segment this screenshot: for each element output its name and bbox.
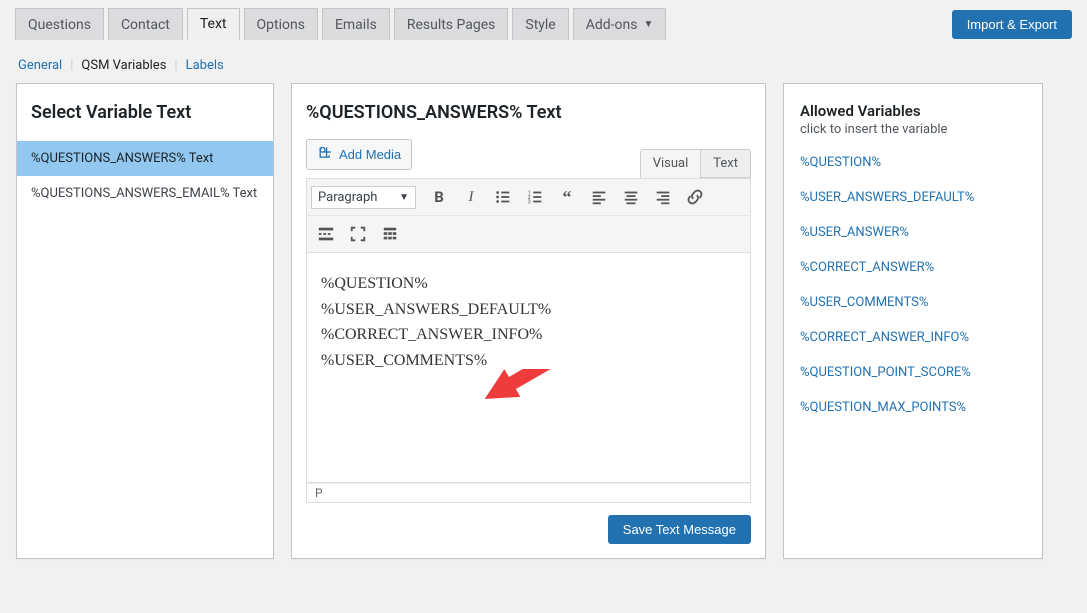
main-tabs: Questions Contact Text Options Emails Re… — [15, 8, 666, 40]
editor-panel: %QUESTIONS_ANSWERS% Text Add Media Visua… — [291, 83, 766, 559]
editor-tab-visual[interactable]: Visual — [640, 149, 701, 178]
allowed-var-link[interactable]: %QUESTION_MAX_POINTS% — [800, 400, 1026, 415]
tab-text[interactable]: Text — [187, 8, 240, 40]
editor-toolbar: Paragraph ▼ B I 123 “ — [306, 178, 751, 253]
media-icon — [317, 145, 333, 164]
allowed-var-link[interactable]: %USER_ANSWER% — [800, 225, 1026, 240]
align-left-button[interactable] — [584, 183, 614, 211]
select-variable-heading: Select Variable Text — [17, 102, 273, 141]
editor-content[interactable]: %QUESTION% %USER_ANSWERS_DEFAULT% %CORRE… — [306, 253, 751, 483]
editor-tab-text[interactable]: Text — [700, 149, 751, 178]
bullet-list-button[interactable] — [488, 183, 518, 211]
fullscreen-button[interactable] — [343, 220, 373, 248]
align-right-button[interactable] — [648, 183, 678, 211]
allowed-var-link[interactable]: %CORRECT_ANSWER% — [800, 260, 1026, 275]
separator: | — [70, 58, 73, 73]
allowed-var-link[interactable]: %USER_ANSWERS_DEFAULT% — [800, 190, 1026, 205]
editor-status-path: P — [306, 483, 751, 503]
sub-nav: General | QSM Variables | Labels — [0, 40, 1087, 83]
tab-questions[interactable]: Questions — [15, 8, 104, 40]
italic-button[interactable]: I — [456, 183, 486, 211]
readmore-button[interactable] — [311, 220, 341, 248]
editor-line: %USER_ANSWERS_DEFAULT% — [321, 297, 736, 323]
numbered-list-button[interactable]: 123 — [520, 183, 550, 211]
allowed-var-link[interactable]: %QUESTION% — [800, 155, 1026, 170]
tab-style[interactable]: Style — [512, 8, 568, 40]
variable-item-questions-answers-email[interactable]: %QUESTIONS_ANSWERS_EMAIL% Text — [17, 176, 273, 211]
variable-item-questions-answers[interactable]: %QUESTIONS_ANSWERS% Text — [17, 141, 273, 176]
chevron-down-icon: ▼ — [399, 192, 409, 203]
allowed-var-link[interactable]: %CORRECT_ANSWER_INFO% — [800, 330, 1026, 345]
allowed-variables-panel: Allowed Variables click to insert the va… — [783, 83, 1043, 559]
save-text-message-button[interactable]: Save Text Message — [608, 515, 751, 544]
subnav-qsm-variables[interactable]: QSM Variables — [81, 58, 166, 73]
format-select[interactable]: Paragraph ▼ — [311, 186, 416, 209]
tab-addons[interactable]: Add-ons ▼ — [573, 8, 667, 40]
subnav-labels[interactable]: Labels — [186, 58, 224, 73]
bold-button[interactable]: B — [424, 183, 454, 211]
editor-heading: %QUESTIONS_ANSWERS% Text — [306, 102, 751, 139]
link-button[interactable] — [680, 183, 710, 211]
tab-emails[interactable]: Emails — [322, 8, 390, 40]
add-media-label: Add Media — [339, 147, 401, 162]
tab-addons-label: Add-ons — [586, 17, 638, 33]
import-export-button[interactable]: Import & Export — [952, 10, 1072, 39]
align-center-button[interactable] — [616, 183, 646, 211]
editor-line: %USER_COMMENTS% — [321, 348, 736, 374]
tab-options[interactable]: Options — [244, 8, 318, 40]
svg-text:3: 3 — [528, 199, 531, 205]
allowed-variables-heading: Allowed Variables — [800, 102, 1026, 120]
select-variable-panel: Select Variable Text %QUESTIONS_ANSWERS%… — [16, 83, 274, 559]
toolbar-toggle-button[interactable] — [375, 220, 405, 248]
subnav-general[interactable]: General — [18, 58, 62, 73]
editor-line: %QUESTION% — [321, 271, 736, 297]
allowed-variables-sub: click to insert the variable — [800, 122, 1026, 137]
allowed-var-link[interactable]: %USER_COMMENTS% — [800, 295, 1026, 310]
allowed-var-link[interactable]: %QUESTION_POINT_SCORE% — [800, 365, 1026, 380]
editor-line: %CORRECT_ANSWER_INFO% — [321, 322, 736, 348]
format-select-label: Paragraph — [318, 190, 377, 205]
tab-contact[interactable]: Contact — [108, 8, 183, 40]
separator: | — [174, 58, 177, 73]
add-media-button[interactable]: Add Media — [306, 139, 412, 170]
tab-results-pages[interactable]: Results Pages — [394, 8, 509, 40]
chevron-down-icon: ▼ — [643, 19, 653, 30]
blockquote-button[interactable]: “ — [552, 183, 582, 211]
